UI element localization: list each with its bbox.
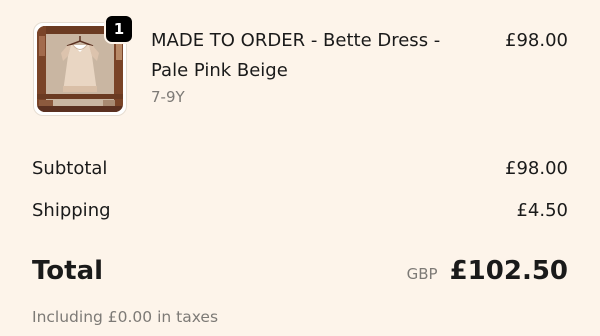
currency-code: GBP [406, 265, 438, 283]
shipping-label: Shipping [32, 200, 111, 221]
order-summary: 1 MADE TO ORDER - Bette Dress - Pale Pin… [0, 0, 600, 336]
total-label: Total [32, 256, 104, 286]
subtotal-row: Subtotal £98.00 [32, 158, 568, 179]
subtotal-label: Subtotal [32, 158, 108, 179]
total-value: £102.50 [449, 256, 568, 286]
shipping-value: £4.50 [516, 200, 568, 221]
product-variant: 7-9Y [151, 88, 185, 106]
taxes-note: Including £0.00 in taxes [32, 308, 219, 326]
shipping-row: Shipping £4.50 [32, 200, 568, 221]
quantity-badge: 1 [104, 14, 134, 44]
product-title: MADE TO ORDER - Bette Dress - Pale Pink … [151, 30, 441, 81]
total-amount: GBP £102.50 [407, 256, 568, 286]
total-row: Total GBP £102.50 [32, 256, 568, 286]
subtotal-value: £98.00 [505, 158, 568, 179]
product-price: £98.00 [505, 30, 568, 51]
